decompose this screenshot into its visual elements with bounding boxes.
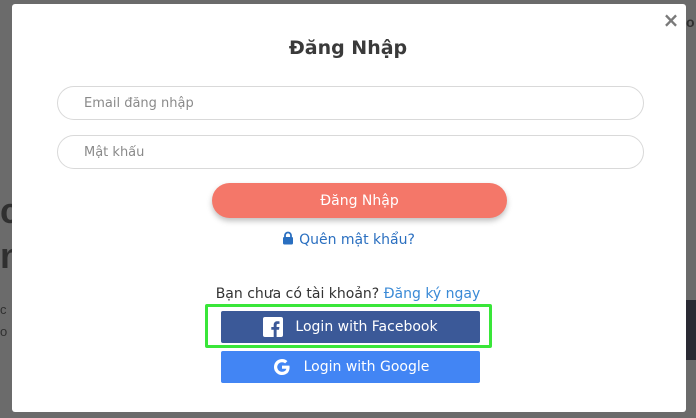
google-button-label: Login with Google	[303, 359, 430, 375]
facebook-login-button[interactable]: Login with Facebook	[221, 311, 480, 343]
facebook-icon	[263, 317, 284, 337]
facebook-button-label: Login with Facebook	[295, 319, 438, 335]
signup-prompt-line: Bạn chưa có tài khoản? Đăng ký ngay	[0, 286, 696, 302]
background-text: o	[686, 14, 695, 30]
signup-prompt: Bạn chưa có tài khoản?	[215, 286, 380, 302]
email-input[interactable]	[57, 86, 644, 120]
background-decoration	[686, 300, 696, 360]
google-icon	[273, 359, 290, 375]
modal-title: Đăng Nhập	[288, 37, 408, 59]
lock-icon	[283, 231, 294, 245]
background-text: o	[0, 324, 8, 339]
background-text: c	[0, 302, 7, 317]
forgot-password-label: Quên mật khẩu?	[299, 232, 415, 248]
close-icon[interactable]: ×	[660, 10, 682, 30]
signup-link[interactable]: Đăng ký ngay	[384, 286, 481, 302]
forgot-password-link[interactable]: Quên mật khẩu?	[0, 231, 696, 248]
password-input[interactable]	[57, 135, 644, 169]
google-login-button[interactable]: Login with Google	[221, 351, 480, 383]
login-button[interactable]: Đăng Nhập	[212, 183, 507, 218]
